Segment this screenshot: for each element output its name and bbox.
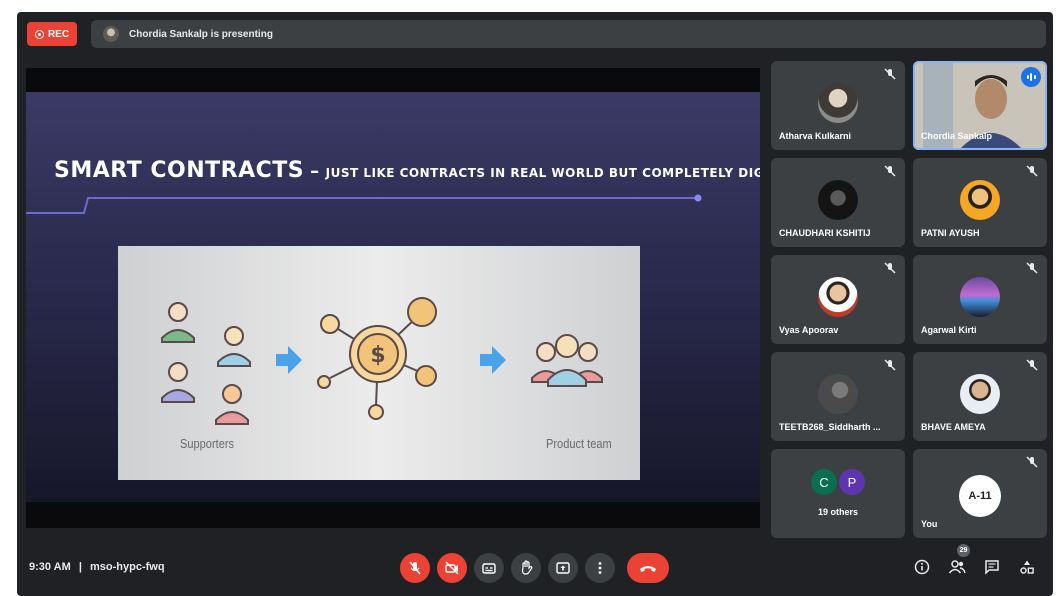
slide-title-subtitle: JUST LIKE CONTRACTS IN REAL WORLD BUT CO… — [325, 166, 760, 180]
product-team-icon — [531, 334, 603, 387]
camera-off-icon — [445, 561, 459, 575]
participant-name: CHAUDHARI KSHITIJ — [779, 228, 871, 238]
presenter-avatar — [103, 26, 119, 42]
supporter-person-icon — [217, 326, 251, 367]
avatar — [960, 277, 1000, 317]
participant-name: TEETB268_Siddharth ... — [779, 422, 881, 432]
participant-name: BHAVE AMEYA — [921, 422, 986, 432]
participant-tile[interactable]: PATNI AYUSH — [913, 158, 1047, 247]
supporters-label: Supporters — [180, 436, 235, 451]
others-avatars: C P — [811, 469, 865, 495]
recording-badge[interactable]: REC — [27, 22, 77, 46]
mic-off-icon — [1026, 262, 1038, 274]
mic-off-icon — [884, 68, 896, 80]
avatar: P — [839, 469, 865, 495]
slide-title-main: SMART CONTRACTS — [54, 158, 305, 183]
avatar — [818, 180, 858, 220]
mic-off-icon — [884, 262, 896, 274]
slide-title: SMART CONTRACTS – JUST LIKE CONTRACTS IN R… — [54, 158, 760, 183]
smart-contract-diagram: $ Supporters Product team — [118, 246, 640, 480]
chat-icon — [985, 560, 999, 575]
captions-button[interactable] — [474, 553, 504, 583]
mic-off-icon — [1026, 456, 1038, 468]
participant-tile[interactable]: Agarwal Kirti — [913, 255, 1047, 344]
raise-hand-button[interactable] — [511, 553, 541, 583]
supporter-person-icon — [161, 302, 195, 343]
avatar — [960, 180, 1000, 220]
supporter-person-icon — [161, 362, 195, 403]
recording-label: REC — [47, 28, 70, 40]
mic-off-icon — [884, 359, 896, 371]
meeting-info: 9:30 AM | mso-hypc-fwq — [29, 561, 165, 573]
people-icon — [948, 560, 966, 574]
meeting-info-separator: | — [78, 561, 82, 573]
record-icon — [34, 29, 44, 39]
others-tile[interactable]: C P 19 others — [771, 449, 905, 538]
slide-title-dash: – — [310, 161, 320, 182]
present-now-button[interactable] — [548, 553, 578, 583]
mic-toggle-button[interactable] — [400, 553, 430, 583]
activities-icon — [1020, 560, 1034, 574]
arrow-right-icon — [480, 346, 506, 374]
participant-name: Vyas Apoorav — [779, 325, 839, 335]
participant-tile[interactable]: TEETB268_Siddharth ... — [771, 352, 905, 441]
camera-toggle-button[interactable] — [437, 553, 467, 583]
others-count-label: 19 others — [817, 507, 859, 517]
mic-off-icon — [1026, 359, 1038, 371]
captions-icon — [482, 563, 496, 574]
more-vert-icon — [598, 562, 602, 574]
arrow-right-icon — [276, 346, 302, 374]
meeting-time: 9:30 AM — [29, 561, 71, 573]
hand-icon — [521, 560, 533, 575]
presenting-text: Chordia Sankalp is presenting — [129, 28, 273, 40]
avatar — [818, 277, 858, 317]
people-button[interactable] — [947, 557, 967, 577]
meeting-code: mso-hypc-fwq — [89, 561, 165, 573]
participant-tile-active-speaker[interactable]: Chordia Sankalp — [913, 61, 1047, 150]
participant-name: PATNI AYUSH — [921, 228, 980, 238]
meet-call-area: REC Chordia Sankalp is presenting SMART … — [17, 12, 1053, 596]
info-icon — [914, 559, 930, 575]
participant-tile[interactable]: Atharva Kulkarni — [771, 61, 905, 150]
participant-count-badge: 29 — [957, 544, 970, 557]
participant-name: Agarwal Kirti — [921, 325, 977, 335]
participant-tile[interactable]: Vyas Apoorav — [771, 255, 905, 344]
chat-button[interactable] — [982, 557, 1002, 577]
participant-tile[interactable]: CHAUDHARI KSHITIJ — [771, 158, 905, 247]
avatar — [818, 374, 858, 414]
speaking-indicator-icon — [1021, 67, 1041, 87]
meet-window: REC Chordia Sankalp is presenting SMART … — [0, 0, 1064, 596]
self-name: You — [921, 519, 938, 529]
dollar-hub-icon: $ — [317, 297, 437, 420]
meeting-details-button[interactable] — [912, 557, 932, 577]
mic-off-icon — [1026, 165, 1038, 177]
presentation-slide: SMART CONTRACTS – JUST LIKE CONTRACTS IN R… — [26, 92, 760, 502]
participant-tile[interactable]: BHAVE AMEYA — [913, 352, 1047, 441]
avatar — [818, 83, 858, 123]
participant-name: Chordia Sankalp — [921, 131, 993, 141]
participant-name: Atharva Kulkarni — [779, 131, 852, 141]
product-team-label: Product team — [546, 436, 612, 451]
presentation-stage[interactable]: SMART CONTRACTS – JUST LIKE CONTRACTS IN R… — [26, 68, 760, 528]
more-options-button[interactable] — [585, 553, 615, 583]
end-call-button[interactable] — [627, 553, 669, 583]
present-screen-icon — [556, 562, 570, 574]
supporter-person-icon — [215, 384, 249, 425]
self-avatar: A-11 — [959, 475, 1001, 517]
presenting-banner[interactable]: Chordia Sankalp is presenting — [91, 20, 1046, 48]
activities-button[interactable] — [1017, 557, 1037, 577]
avatar: C — [811, 469, 837, 495]
self-tile[interactable]: A-11 You — [913, 449, 1047, 538]
phone-hangup-icon — [640, 566, 656, 572]
svg-text:$: $ — [370, 343, 385, 368]
mic-off-icon — [409, 561, 421, 575]
avatar — [960, 374, 1000, 414]
mic-off-icon — [884, 165, 896, 177]
